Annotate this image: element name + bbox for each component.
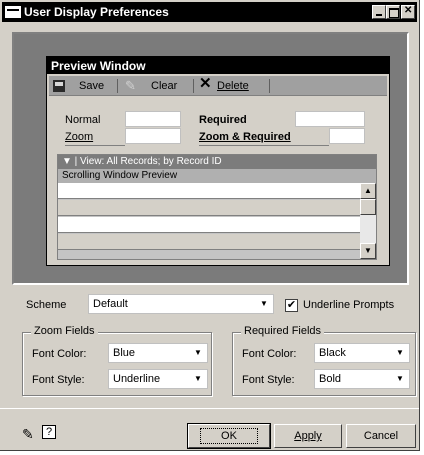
scrolling-window: ▼ | View: All Records; by Record ID Scro…	[57, 154, 377, 260]
clear-button[interactable]: Clear	[151, 78, 177, 94]
ok-button[interactable]: OK	[187, 423, 271, 449]
close-button[interactable]	[401, 5, 415, 19]
apply-button-label: Apply	[294, 430, 322, 442]
zoom-font-color-value: Blue	[113, 347, 136, 359]
normal-field[interactable]	[125, 111, 181, 127]
field-underline	[199, 145, 329, 146]
chevron-down-icon[interactable]: ▼	[392, 371, 408, 387]
ok-button-label: OK	[200, 428, 258, 444]
scheme-label: Scheme	[26, 299, 67, 311]
toolbar-separator	[117, 79, 118, 93]
title-bar: User Display Preferences	[2, 2, 417, 22]
required-fields-title: Required Fields	[241, 325, 325, 337]
required-font-style-label: Font Style:	[242, 374, 295, 386]
table-row[interactable]	[58, 217, 360, 233]
required-font-style-value: Bold	[319, 373, 342, 385]
zoom-fields-title: Zoom Fields	[31, 325, 98, 337]
cancel-button-label: Cancel	[363, 430, 399, 442]
toolbar-separator	[193, 79, 194, 93]
required-font-style-select[interactable]: Bold ▼	[314, 369, 410, 389]
required-label: Required	[199, 114, 247, 126]
delete-button[interactable]: Delete	[217, 78, 249, 94]
required-field[interactable]	[295, 111, 365, 127]
vertical-scrollbar[interactable]: ▲ ▼	[360, 183, 376, 259]
scrolling-window-header: Scrolling Window Preview	[58, 169, 376, 183]
maximize-button[interactable]	[386, 5, 400, 19]
delete-icon[interactable]: ✕	[199, 76, 212, 92]
underline-prompts-label: Underline Prompts	[303, 299, 395, 311]
zoom-required-label[interactable]: Zoom & Required	[199, 131, 291, 143]
scheme-value: Default	[93, 298, 128, 310]
scroll-down-icon[interactable]: ▼	[360, 243, 376, 259]
view-header[interactable]: ▼ | View: All Records; by Record ID	[58, 155, 376, 169]
chevron-down-icon[interactable]: ▼	[392, 345, 408, 361]
underline-prompts-checkbox[interactable]: ✔	[285, 299, 298, 312]
help-icon[interactable]: ?	[42, 425, 56, 439]
preview-window: Preview Window Save ✎ Clear ✕ Delete Nor…	[46, 56, 390, 266]
zoom-label[interactable]: Zoom	[65, 131, 93, 143]
divider	[0, 408, 419, 409]
zoom-font-color-label: Font Color:	[32, 348, 87, 360]
preview-toolbar: Save ✎ Clear ✕ Delete	[49, 76, 387, 96]
note-icon[interactable]: ✎	[22, 426, 34, 443]
save-icon[interactable]	[53, 80, 65, 92]
scheme-select[interactable]: Default ▼	[88, 294, 274, 314]
zoom-font-style-select[interactable]: Underline ▼	[108, 369, 208, 389]
chevron-down-icon[interactable]: ▼	[190, 345, 206, 361]
table-row[interactable]	[58, 183, 360, 199]
zoom-font-style-value: Underline	[113, 373, 161, 385]
save-button[interactable]: Save	[79, 78, 104, 94]
dialog-window: User Display Preferences Preview Window …	[0, 0, 420, 451]
chevron-down-icon[interactable]: ▼	[190, 371, 206, 387]
table-row[interactable]	[58, 234, 360, 250]
scroll-thumb[interactable]	[360, 199, 376, 215]
zoom-required-field[interactable]	[329, 128, 365, 144]
chevron-down-icon[interactable]: ▼	[256, 296, 272, 312]
toolbar-separator	[269, 79, 270, 93]
window-icon	[5, 6, 21, 18]
required-font-color-value: Black	[319, 347, 346, 359]
zoom-field[interactable]	[125, 128, 181, 144]
normal-label: Normal	[65, 114, 101, 126]
field-underline	[65, 145, 125, 146]
preview-title: Preview Window	[47, 57, 389, 74]
zoom-font-style-label: Font Style:	[32, 374, 85, 386]
eraser-icon[interactable]: ✎	[125, 78, 136, 94]
apply-button[interactable]: Apply	[274, 424, 342, 448]
cancel-button[interactable]: Cancel	[346, 424, 416, 448]
minimize-button[interactable]	[372, 5, 386, 19]
required-font-color-select[interactable]: Black ▼	[314, 343, 410, 363]
window-title: User Display Preferences	[24, 5, 169, 19]
zoom-font-color-select[interactable]: Blue ▼	[108, 343, 208, 363]
required-font-color-label: Font Color:	[242, 348, 297, 360]
scroll-up-icon[interactable]: ▲	[360, 183, 376, 199]
table-row[interactable]	[58, 200, 360, 216]
